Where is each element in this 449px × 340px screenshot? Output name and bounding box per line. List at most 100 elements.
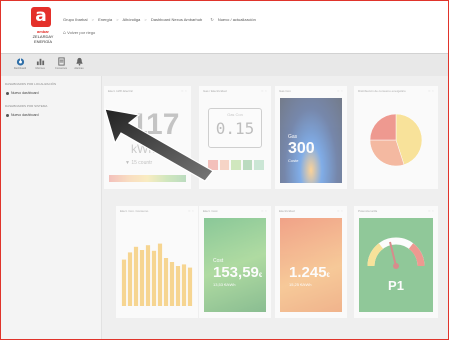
main-toolbar: Dashboard Informes Consumos Alarmas bbox=[1, 53, 448, 77]
toolbar-dashboard-button[interactable]: Dashboard bbox=[13, 57, 27, 73]
refresh-link[interactable]: Nuevo / actualización bbox=[218, 17, 256, 22]
widget-controls-icon[interactable]: ⚙ ✕ bbox=[428, 209, 434, 213]
scale-segment bbox=[254, 160, 264, 170]
bar bbox=[187, 267, 193, 306]
widget-controls-icon[interactable]: ⚙ ✕ bbox=[337, 209, 343, 213]
widget-title: Elect. Cost bbox=[203, 209, 218, 213]
breadcrumb-separator-icon: > bbox=[91, 17, 94, 22]
bar-chart-icon bbox=[36, 58, 44, 66]
cost-sub: 13,53 €/kWh bbox=[213, 282, 236, 287]
bullet-icon bbox=[6, 91, 9, 95]
widget-controls-icon[interactable]: ⚙ ✕ bbox=[428, 89, 434, 93]
toolbar-alarms-button[interactable]: Alarmas bbox=[72, 57, 86, 73]
widget-gas-consumption[interactable]: Gas Con ⚙ ✕ Gas 300 Coste bbox=[275, 86, 347, 189]
bar bbox=[139, 250, 145, 306]
electricity-sub: 15,25 €/kWh bbox=[289, 282, 312, 287]
bell-icon bbox=[75, 57, 83, 66]
sidebar-section-heading: DASHBOARDS POR SISTEMA bbox=[5, 104, 48, 108]
bar-chart bbox=[121, 243, 193, 306]
gas-value: 300 bbox=[288, 140, 315, 157]
back-link[interactable]: ⌂ Volver por riego bbox=[63, 30, 95, 36]
document-icon bbox=[57, 57, 65, 66]
electricity-value: 1.245 bbox=[289, 264, 327, 281]
breadcrumb-separator-icon: > bbox=[144, 17, 147, 22]
electricity-unit: € bbox=[326, 273, 330, 279]
widget-title: Distribución de consumo energético bbox=[358, 89, 406, 93]
widget-tariff-gauge[interactable]: Potencia tarifa ⚙ ✕ P1 bbox=[354, 206, 438, 318]
breadcrumb-item[interactable]: Grupo Ibarbal bbox=[63, 17, 87, 22]
sidebar-section-heading: DASHBOARDS POR LOCALIZACIÓN bbox=[5, 82, 57, 86]
app-frame: a ambar ZELARDAY ENERGÍA Grupo Ibarbal >… bbox=[0, 0, 449, 340]
widget-controls-icon[interactable]: ⚙ ✕ bbox=[261, 209, 267, 213]
app-header: a ambar ZELARDAY ENERGÍA Grupo Ibarbal >… bbox=[1, 1, 448, 47]
cost-unit: € bbox=[258, 273, 263, 279]
bar bbox=[121, 259, 127, 306]
annotation-arrow-icon bbox=[104, 108, 214, 182]
flame-panel: Gas 300 Coste bbox=[280, 98, 342, 183]
gas-sub: Coste bbox=[288, 158, 299, 163]
widget-electric-consumption[interactable]: Elect. Con. Consumo ⚙ ✕ bbox=[116, 206, 198, 318]
widget-title: Gas Con bbox=[279, 89, 291, 93]
widget-controls-icon[interactable]: ⚙ ✕ bbox=[337, 89, 343, 93]
scale-segment bbox=[219, 160, 230, 170]
widget-title: Elect. kWh Electric bbox=[108, 89, 134, 93]
bar bbox=[175, 266, 181, 306]
widget-body bbox=[121, 218, 193, 312]
dashboard-icon bbox=[16, 58, 24, 66]
refresh-icon[interactable]: ↻ bbox=[210, 17, 213, 22]
sidebar-item-new-dashboard[interactable]: Nuevo dashboard bbox=[6, 113, 39, 117]
widget-body bbox=[359, 98, 433, 183]
bar bbox=[169, 262, 175, 306]
tariff-value: P1 bbox=[388, 278, 404, 293]
widget-distribution-pie[interactable]: Distribución de consumo energético ⚙ ✕ bbox=[354, 86, 438, 189]
toolbar-reports-button[interactable]: Informes bbox=[33, 57, 47, 73]
bar bbox=[157, 243, 163, 306]
sidebar-item-new-dashboard[interactable]: Nuevo dashboard bbox=[6, 91, 39, 95]
widget-controls-icon[interactable]: ⚙ ✕ bbox=[181, 89, 187, 93]
brand-logo-text: ambar ZELARDAY ENERGÍA bbox=[26, 29, 60, 44]
brand-logo-icon[interactable]: a bbox=[31, 7, 51, 27]
toolbar-label: Consumos bbox=[55, 67, 67, 70]
bar bbox=[181, 264, 187, 306]
toolbar-consumption-button[interactable]: Consumos bbox=[54, 57, 68, 73]
gauge-icon bbox=[367, 237, 425, 269]
widget-controls-icon[interactable]: ⚙ ✕ bbox=[261, 89, 267, 93]
sidebar-item-label: Nuevo dashboard bbox=[11, 113, 39, 117]
widget-title: Gas / Electricidad bbox=[203, 89, 227, 93]
scale-segment bbox=[231, 160, 241, 170]
scale-segment bbox=[242, 160, 253, 170]
cost-panel: Cost 153,59€ 13,53 €/kWh bbox=[204, 218, 266, 312]
home-icon: ⌂ bbox=[63, 30, 67, 36]
bar bbox=[133, 246, 139, 306]
sidebar: DASHBOARDS POR LOCALIZACIÓN Nuevo dashbo… bbox=[1, 76, 102, 339]
gauge-panel: P1 bbox=[359, 218, 433, 312]
cost-value-wrap: 153,59€ bbox=[213, 264, 262, 281]
widget-title: Potencia tarifa bbox=[358, 209, 378, 213]
breadcrumb-item[interactable]: Dashboard Nexus Ambarhub bbox=[151, 17, 202, 22]
toolbar-label: Informes bbox=[35, 67, 45, 70]
cost-value: 153,59 bbox=[213, 264, 259, 281]
back-label: Volver por riego bbox=[67, 30, 96, 35]
toolbar-label: Dashboard bbox=[13, 67, 27, 70]
bar bbox=[127, 252, 133, 306]
bar bbox=[151, 250, 157, 306]
bar bbox=[163, 258, 169, 306]
widget-title: Elect. Con. Consumo bbox=[120, 209, 149, 213]
widget-electricity[interactable]: Electricidad ⚙ ✕ 1.245€ 15,25 €/kWh bbox=[275, 206, 347, 318]
widget-controls-icon[interactable]: ⚙ ✕ bbox=[188, 209, 194, 213]
widget-electric-cost[interactable]: Elect. Cost ⚙ ✕ Cost 153,59€ 13,53 €/kWh bbox=[199, 206, 271, 318]
breadcrumb: Grupo Ibarbal > Energía > Alhóndiga > Da… bbox=[63, 17, 259, 22]
breadcrumb-item[interactable]: Energía bbox=[98, 17, 112, 22]
sidebar-item-label: Nuevo dashboard bbox=[11, 91, 39, 95]
widget-title: Electricidad bbox=[279, 209, 295, 213]
bullet-icon bbox=[6, 113, 9, 117]
breadcrumb-item[interactable]: Alhóndiga bbox=[122, 17, 140, 22]
bar bbox=[145, 245, 151, 306]
toolbar-label: Alarmas bbox=[74, 67, 84, 70]
pie-chart bbox=[369, 113, 423, 167]
pie-slice bbox=[369, 113, 397, 141]
brand-subname: ZELARDAY ENERGÍA bbox=[32, 34, 54, 44]
electricity-panel: 1.245€ 15,25 €/kWh bbox=[280, 218, 342, 312]
electricity-value-wrap: 1.245€ bbox=[289, 264, 330, 281]
breadcrumb-separator-icon: > bbox=[116, 17, 119, 22]
